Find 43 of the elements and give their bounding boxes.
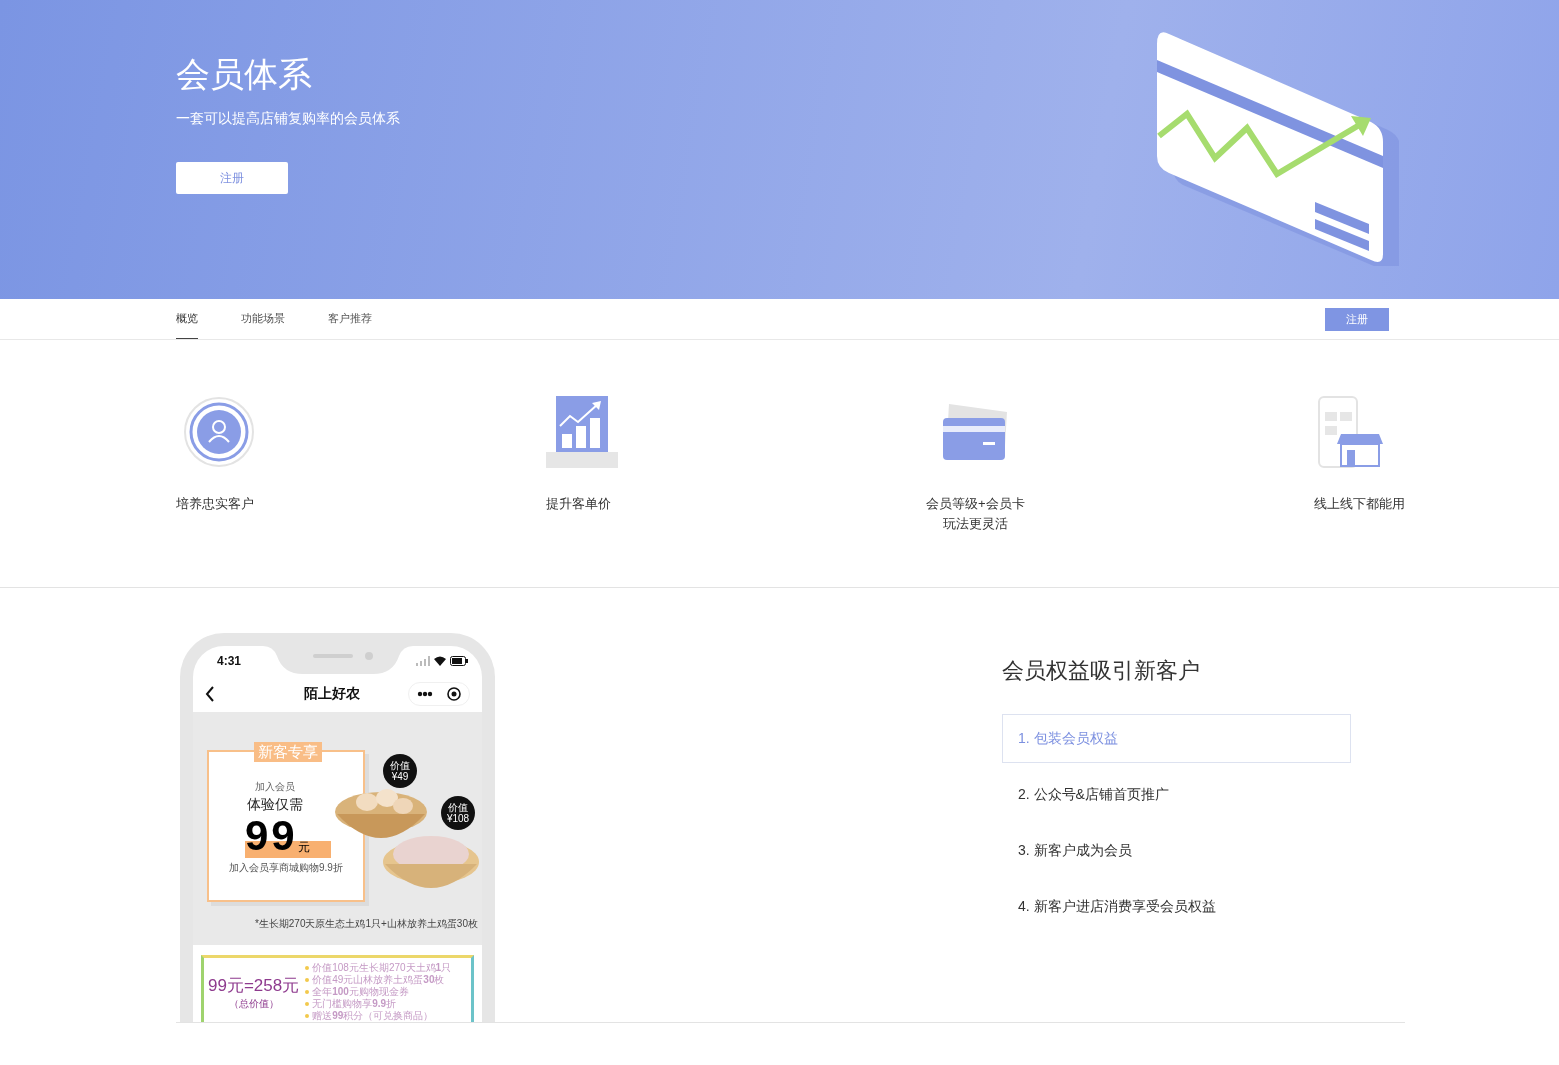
wifi-icon [434,656,446,666]
promo-note: 加入会员享商城购物9.9折 [229,861,344,875]
signal-icon [416,656,430,666]
back-icon[interactable] [205,686,215,702]
status-time: 4:31 [217,654,242,668]
hero-subtitle: 一套可以提高店铺复购率的会员体系 [176,110,400,128]
offer-caption: （总价值） [227,996,280,1011]
member-user-icon [183,396,255,468]
feature-label: 培养忠实客户 [176,495,254,513]
bullet-icon [305,990,310,994]
bullet-icon [305,978,310,982]
step-item[interactable]: 2. 公众号&店铺首页推广 [1002,770,1351,819]
promo-footnote: *生长期270天原生态土鸡1只+山林放养土鸡蛋30枚 [254,917,478,931]
step-item[interactable]: 4. 新客户进店消费享受会员权益 [1002,882,1351,931]
target-icon[interactable] [447,687,461,701]
offer-item: 价值108元生长期270天土鸡1只 [312,962,452,974]
price-badge: 价值 ¥49 [383,754,417,788]
offer-item: 赠送99积分（可兑换商品） [312,1010,434,1022]
feature-label: 线上线下都能用 [1313,495,1405,513]
nav-tab[interactable]: 概览 [176,299,198,339]
bullet-icon [305,1002,310,1006]
bullet-icon [305,1014,310,1018]
price-badge: 价值 ¥108 [441,796,475,830]
nav-tab[interactable]: 客户推荐 [328,299,372,339]
nav-tab[interactable]: 功能场景 [241,299,285,339]
offer-item: 全年100元购物现金券 [312,986,409,998]
section-title: 会员权益吸引新客户 [1002,657,1201,685]
promo-headline: 体验仅需 [247,796,304,814]
bullet-icon [305,966,310,970]
app-title: 陌上好农 [303,685,360,703]
step-item[interactable]: 3. 新客户成为会员 [1002,826,1351,875]
offer-item: 无门槛购物享9.9折 [312,998,397,1010]
promo-text: 加入会员 [255,780,296,794]
bar-chart-icon [545,396,618,468]
feature-label: 会员等级+会员卡 玩法更灵活 [926,495,1025,533]
feature-label: 提升客单价 [545,495,611,513]
offer-item: 价值49元山林放养土鸡蛋30枚 [312,974,445,986]
more-icon[interactable] [417,691,433,697]
battery-icon [450,656,468,666]
price-unit: 元 [297,839,310,856]
hero-title: 会员体系 [176,54,313,95]
offer-price: 99元=258元 [208,974,300,997]
promo-tag: 新客专享 [254,742,322,762]
